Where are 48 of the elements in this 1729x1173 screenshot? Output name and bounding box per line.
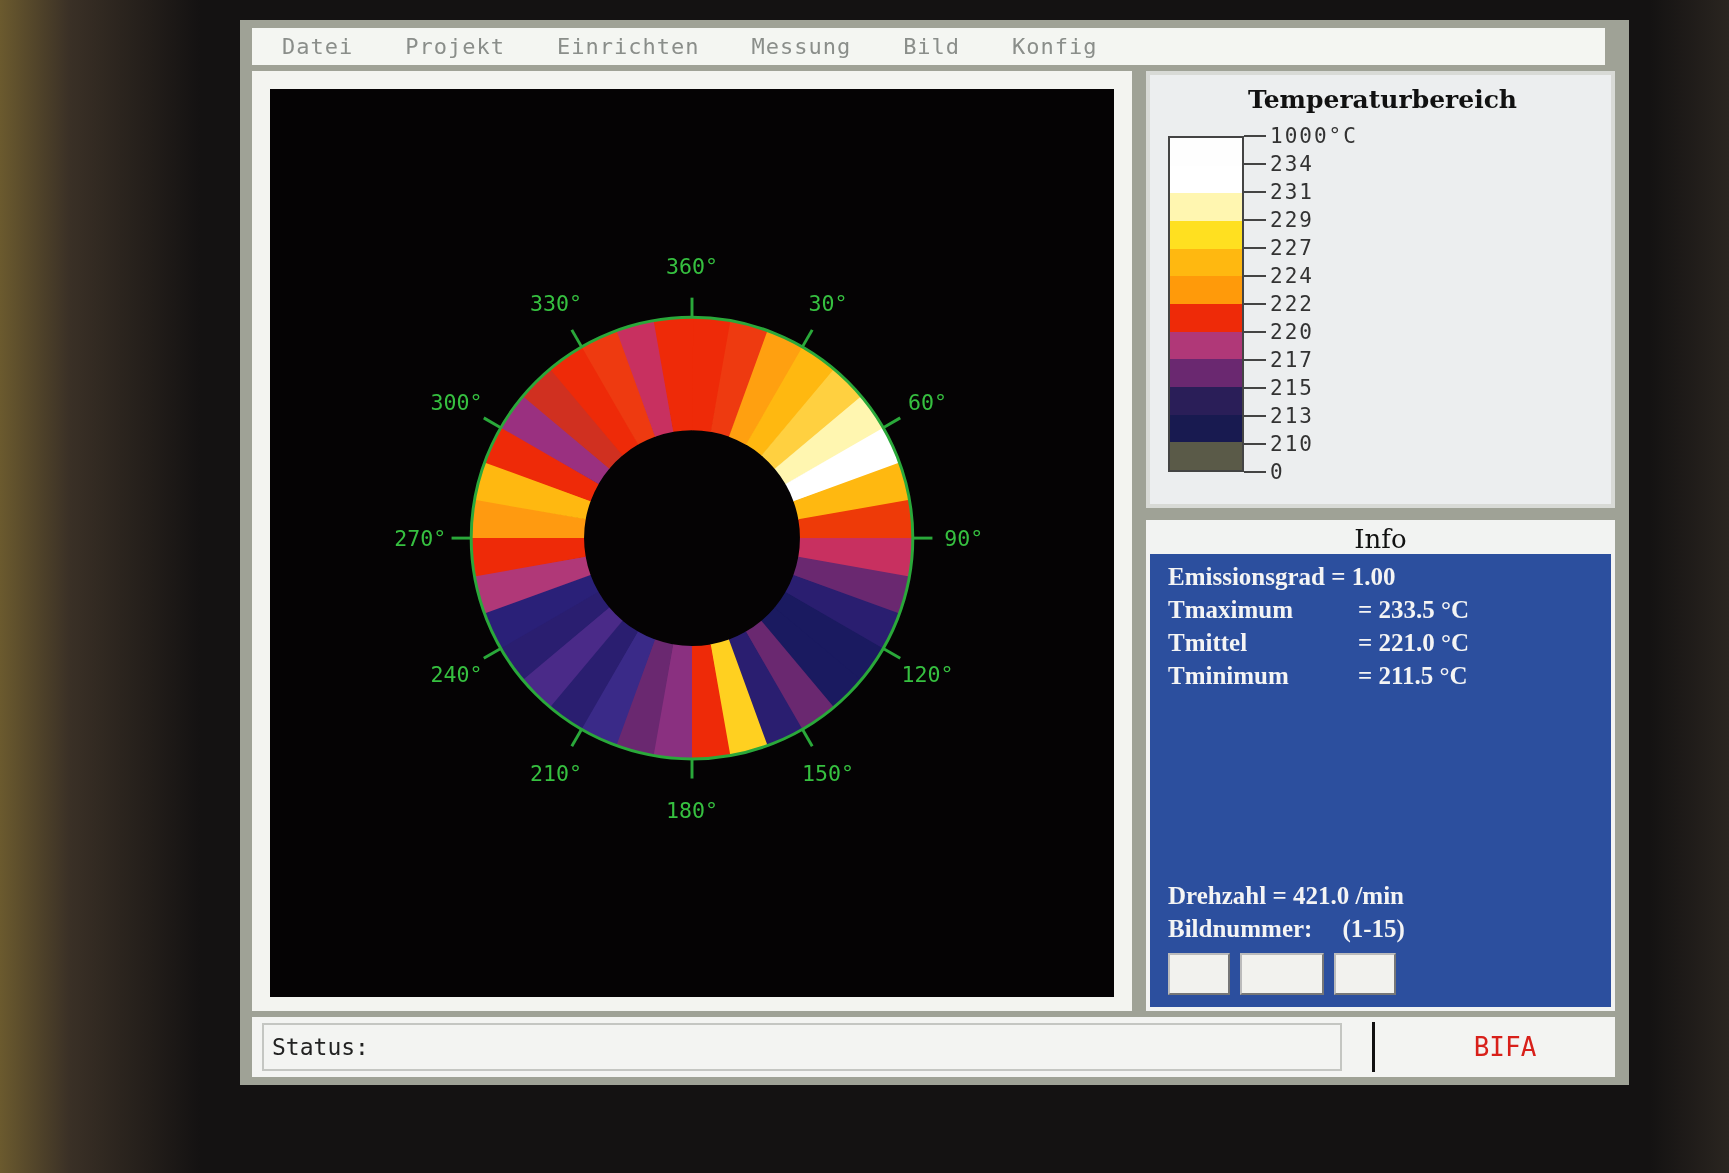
scale-label: 224: [1270, 264, 1314, 288]
scale-label: 217: [1270, 348, 1314, 372]
info-value: = 211.5 °C: [1358, 661, 1468, 691]
scale-label: 213: [1270, 404, 1314, 428]
info-title: Info: [1353, 524, 1408, 554]
angle-label: 180°: [666, 797, 718, 823]
info-value: = 221.0 °C: [1358, 628, 1470, 658]
menu-item[interactable]: Konfig: [1012, 34, 1098, 59]
menu-item[interactable]: Messung: [751, 34, 852, 59]
angle-label: 360°: [666, 254, 718, 280]
menu-item[interactable]: Bild: [903, 34, 961, 59]
info-label: Tmittel: [1168, 628, 1249, 658]
menu-item[interactable]: Einrichten: [556, 34, 700, 59]
blank-button[interactable]: [1334, 953, 1396, 995]
angle-label: 300°: [430, 390, 483, 415]
legend-title: Temperaturbereich: [1246, 85, 1519, 114]
angle-label: 90°: [944, 525, 984, 551]
info-label: Tminimum: [1168, 661, 1290, 691]
scale-label: 1000°C: [1270, 124, 1358, 148]
scale-label: 222: [1270, 292, 1314, 316]
angle-label: 120°: [901, 661, 954, 687]
scale-label: 220: [1270, 320, 1314, 344]
angle-label: 330°: [530, 290, 583, 316]
image-number-label: Bildnummer:: [1168, 914, 1313, 944]
scale-label: 231: [1270, 180, 1314, 204]
scale-label: 227: [1270, 236, 1314, 260]
angle-label: 150°: [801, 761, 854, 787]
menu-item[interactable]: Projekt: [405, 34, 505, 59]
info-value: = 233.5 °C: [1358, 595, 1470, 625]
angle-label: 30°: [808, 290, 848, 316]
scale-label: 229: [1270, 208, 1314, 232]
scale-label: 215: [1270, 376, 1314, 400]
info-label: Tmaximum: [1168, 595, 1294, 625]
angle-label: 210°: [530, 761, 583, 787]
angle-label: 60°: [907, 390, 947, 415]
scale-label: 0: [1270, 460, 1285, 484]
menu-item[interactable]: Datei: [282, 34, 354, 59]
angle-label: 270°: [394, 525, 447, 551]
blank-button[interactable]: [1168, 953, 1230, 995]
image-number-range: (1-15): [1342, 914, 1405, 945]
emission-text: Emissionsgrad = 1.00: [1168, 562, 1397, 592]
brand-label: BIFA: [1472, 1032, 1538, 1062]
blank-button[interactable]: [1240, 953, 1324, 995]
angle-label: 240°: [430, 661, 483, 687]
speed-text: Drehzahl = 421.0 /min: [1168, 881, 1405, 911]
scale-label: 234: [1270, 152, 1314, 176]
status-field: Status:: [262, 1023, 1342, 1071]
scale-label: 210: [1270, 432, 1314, 456]
